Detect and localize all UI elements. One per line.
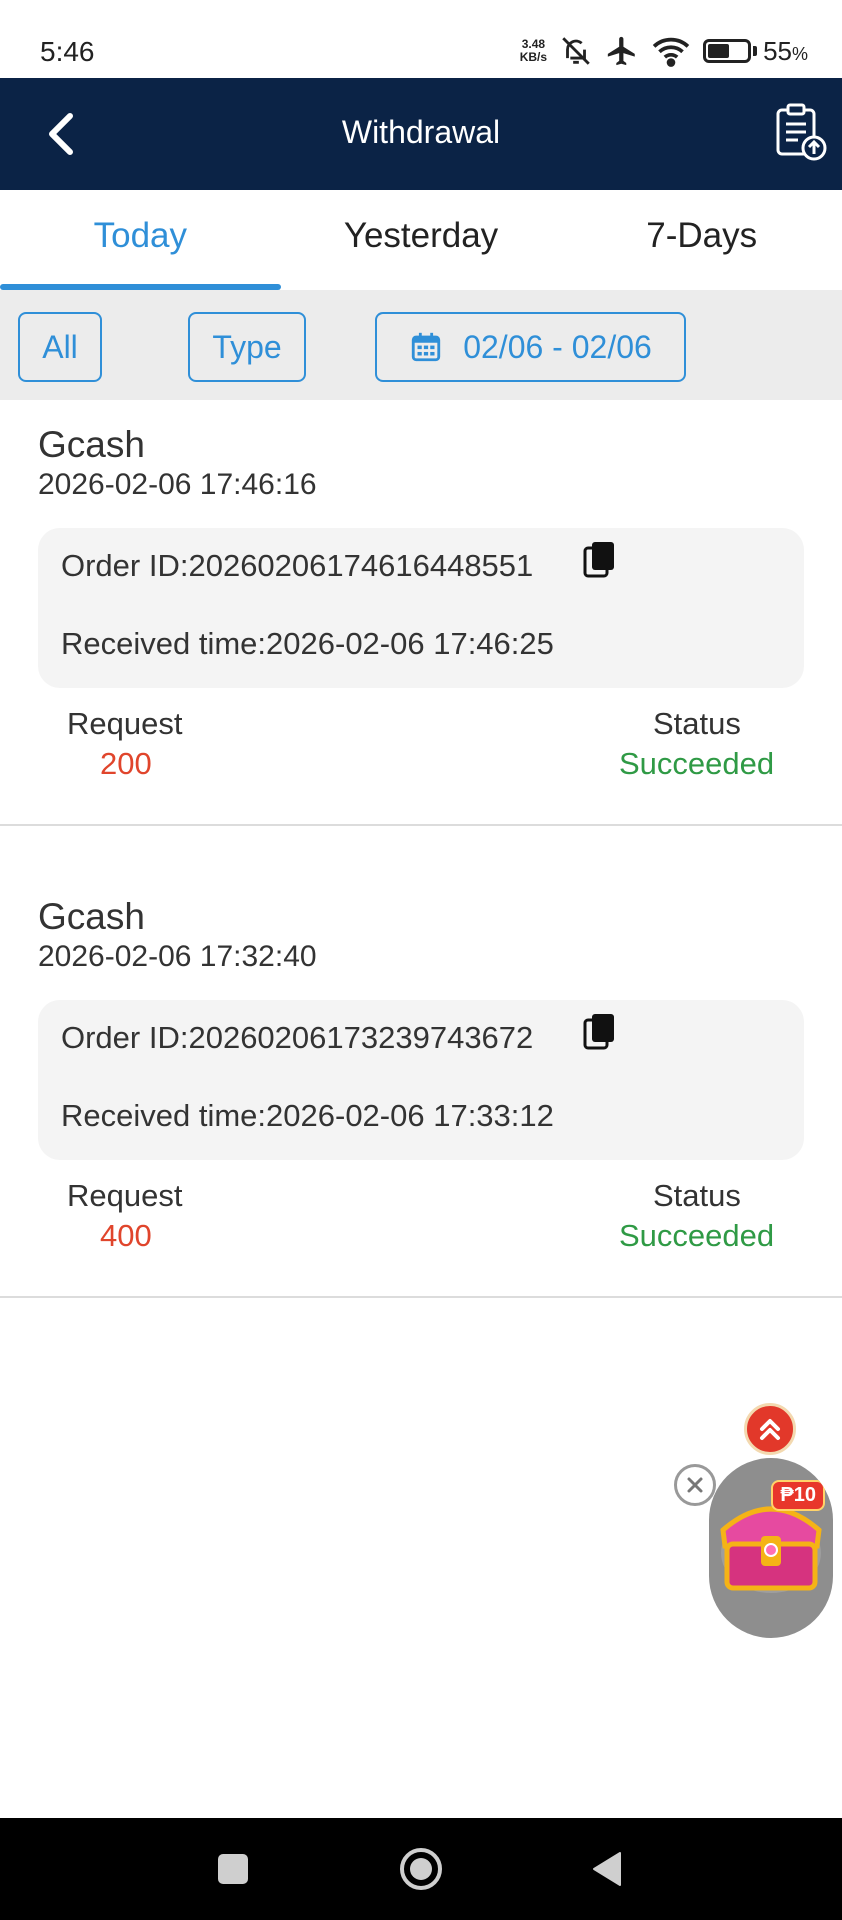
network-speed: 3.48 KB/s bbox=[520, 38, 547, 64]
page-title: Withdrawal bbox=[341, 114, 501, 150]
nav-recents-icon bbox=[218, 1854, 248, 1884]
filter-bar: All Type 02/06 - 02/06 bbox=[0, 290, 842, 400]
status-label: Status bbox=[653, 1178, 741, 1213]
nav-back-button[interactable] bbox=[590, 1850, 624, 1893]
tab-7-days[interactable]: 7-Days bbox=[561, 190, 842, 290]
record-upload-icon bbox=[776, 103, 827, 161]
app-header: Withdrawal bbox=[0, 78, 842, 190]
promo-badge: ₱10 bbox=[771, 1480, 825, 1511]
withdrawal-record-button[interactable] bbox=[772, 102, 828, 162]
record-detail-box: Order ID:20260206174616448551 Received t… bbox=[38, 528, 804, 688]
battery-icon bbox=[703, 39, 752, 63]
scroll-top-button[interactable] bbox=[744, 1403, 796, 1455]
promo-close-button[interactable] bbox=[674, 1464, 716, 1506]
battery-unit: % bbox=[791, 43, 808, 64]
system-nav-bar bbox=[0, 1818, 842, 1920]
request-label: Request bbox=[67, 1178, 183, 1213]
filter-type-label: Type bbox=[212, 328, 282, 365]
wifi-icon bbox=[652, 37, 690, 67]
status-icons: 3.48 KB/s 55% bbox=[520, 34, 808, 68]
tab-today[interactable]: Today bbox=[0, 190, 281, 290]
request-label: Request bbox=[67, 706, 183, 741]
record-detail-box: Order ID:20260206173239743672 Received t… bbox=[38, 1000, 804, 1160]
date-range-button[interactable]: 02/06 - 02/06 bbox=[375, 312, 686, 382]
network-speed-unit: KB/s bbox=[519, 50, 548, 64]
calendar-icon bbox=[412, 332, 441, 362]
tab-yesterday[interactable]: Yesterday bbox=[281, 190, 562, 290]
status-time: 5:46 bbox=[40, 36, 95, 67]
nav-home-icon bbox=[400, 1848, 442, 1890]
record-divider bbox=[0, 824, 842, 826]
battery-indicator: 55% bbox=[703, 36, 808, 67]
record-method: Gcash bbox=[38, 424, 145, 465]
record-order-id: Order ID:20260206174616448551 bbox=[61, 548, 534, 583]
copy-icon[interactable] bbox=[583, 1012, 617, 1052]
status-value: Succeeded bbox=[619, 746, 775, 781]
copy-icon[interactable] bbox=[583, 540, 617, 580]
battery-percent: 55% bbox=[763, 36, 808, 67]
filter-all-label: All bbox=[42, 328, 78, 365]
filter-type-button[interactable]: Type bbox=[188, 312, 306, 382]
record-method: Gcash bbox=[38, 896, 145, 937]
date-tabs: Today Yesterday 7-Days bbox=[0, 190, 842, 290]
record-created-time: 2026-02-06 17:32:40 bbox=[38, 940, 317, 973]
close-icon bbox=[687, 1477, 703, 1493]
status-bar: 5:46 3.48 KB/s 55% bbox=[0, 0, 842, 78]
battery-value: 55 bbox=[763, 35, 792, 66]
mute-bell-icon bbox=[562, 37, 590, 65]
record-received-time: Received time:2026-02-06 17:33:12 bbox=[61, 1098, 554, 1133]
nav-back-icon bbox=[593, 1852, 621, 1886]
status-value: Succeeded bbox=[619, 1218, 775, 1253]
request-amount: 400 bbox=[100, 1218, 152, 1253]
record-divider bbox=[0, 1296, 842, 1298]
double-chevron-up-icon bbox=[760, 1419, 780, 1440]
status-label: Status bbox=[653, 706, 741, 741]
date-range-label: 02/06 - 02/06 bbox=[463, 328, 652, 365]
nav-home-button[interactable] bbox=[398, 1846, 444, 1897]
nav-recents-button[interactable] bbox=[216, 1852, 250, 1891]
record-received-time: Received time:2026-02-06 17:46:25 bbox=[61, 626, 554, 661]
record-order-id: Order ID:20260206173239743672 bbox=[61, 1020, 534, 1055]
promo-treasure-chest[interactable]: ₱10 bbox=[709, 1458, 833, 1638]
battery-tip bbox=[753, 46, 758, 56]
battery-fill bbox=[708, 44, 730, 58]
airplane-mode-icon bbox=[607, 36, 635, 66]
filter-all-button[interactable]: All bbox=[18, 312, 102, 382]
record-created-time: 2026-02-06 17:46:16 bbox=[38, 468, 317, 501]
request-amount: 200 bbox=[100, 746, 152, 781]
